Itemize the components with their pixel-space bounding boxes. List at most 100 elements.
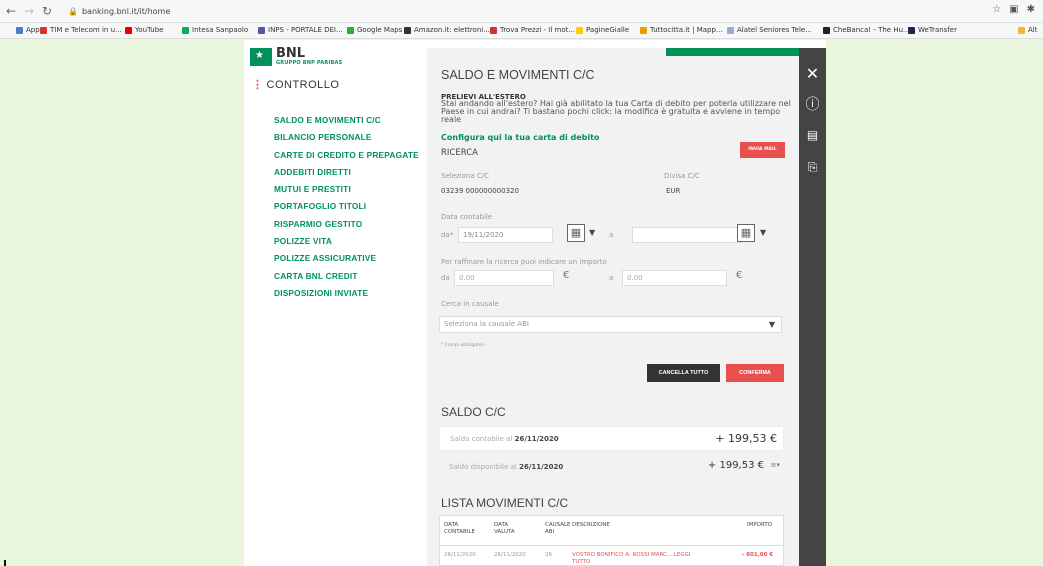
euro-symbol: € bbox=[736, 270, 743, 281]
col-data-contabile[interactable]: DATA CONTABILE bbox=[444, 522, 484, 535]
green-header-strip bbox=[666, 48, 800, 56]
panel-title: SALDO E MOVIMENTI C/C bbox=[441, 68, 595, 82]
date-label: Data contabile bbox=[441, 213, 493, 221]
folder-icon bbox=[1018, 26, 1025, 34]
bookmark[interactable]: WeTransfer bbox=[908, 26, 957, 34]
date-to-input[interactable] bbox=[632, 227, 742, 243]
expand-icon[interactable]: ≡▾ bbox=[771, 461, 780, 469]
bookmark[interactable]: App bbox=[16, 26, 40, 34]
info-text: Stai andando all'estero? Hai già abilita… bbox=[441, 99, 791, 124]
date-to-label: a bbox=[609, 231, 614, 239]
menu-item-saldo[interactable]: SALDO E MOVIMENTI C/C bbox=[274, 112, 419, 129]
alatel-icon bbox=[727, 26, 734, 34]
menu-item-carta-bnl[interactable]: CARTA BNL CREDIT bbox=[274, 268, 419, 285]
saldo-disponibile-row: Saldo disponibile al 26/11/2020 + 199,53… bbox=[449, 460, 780, 471]
bnl-star-icon bbox=[250, 48, 272, 66]
row-descrizione[interactable]: VOSTRO BONIFICO A: ROSSI MARC... LEGGI T… bbox=[572, 552, 692, 565]
row-data-valuta: 26/11/2020 bbox=[494, 552, 526, 558]
bookmark[interactable]: Trova Prezzi - Il mot... bbox=[490, 26, 575, 34]
intesa-icon bbox=[182, 26, 189, 34]
bookmark[interactable]: PagineGialle bbox=[576, 26, 629, 34]
bookmark[interactable]: Intesa Sanpaolo bbox=[182, 26, 248, 34]
bookmark[interactable]: Alatel Seniores Tele... bbox=[727, 26, 812, 34]
menu-item-disposizioni[interactable]: DISPOSIZIONI INVIATE bbox=[274, 285, 419, 302]
date-from-label: da* bbox=[441, 231, 454, 239]
menu-item-polizze-assicurative[interactable]: POLIZZE ASSICURATIVE bbox=[274, 250, 419, 267]
bnl-logo[interactable]: BNL GRUPPO BNP PARIBAS bbox=[250, 46, 342, 66]
menu-item-addebiti[interactable]: ADDEBITI DIRETTI bbox=[274, 164, 419, 181]
row-causale: 26 bbox=[545, 552, 552, 558]
chevron-down-icon: ▼ bbox=[768, 320, 775, 329]
amount-from-input[interactable]: 0.00 bbox=[454, 270, 554, 286]
reload-icon[interactable]: ↻ bbox=[42, 4, 52, 18]
currency-label: Divisa C/C bbox=[664, 172, 700, 180]
browser-actions: ☆ ▣ ✱ bbox=[984, 4, 1035, 15]
row-importo: - 601,00 € bbox=[742, 552, 774, 558]
row-data-contabile: 26/11/2020 bbox=[444, 552, 476, 558]
col-descrizione[interactable]: DESCRIZIONE bbox=[572, 522, 610, 529]
col-importo[interactable]: IMPORTO bbox=[747, 522, 772, 529]
youtube-icon bbox=[125, 26, 132, 34]
chebanca-icon bbox=[823, 26, 830, 34]
saldo-disponibile-amount: + 199,53 € bbox=[707, 460, 764, 471]
currency-value: EUR bbox=[666, 187, 681, 195]
col-causale[interactable]: CAUSALE ABI bbox=[545, 522, 571, 535]
amount-to-input[interactable]: 0.00 bbox=[622, 270, 727, 286]
apps-icon bbox=[16, 26, 23, 34]
trovaprezzi-icon bbox=[490, 26, 497, 34]
browser-toolbar: ← → ↻ 🔒 banking.bnl.it/it/home ☆ ▣ ✱ bbox=[0, 0, 1043, 23]
tools-sidebar: ✕ ⓘ ▤ ⎘ bbox=[799, 48, 826, 566]
menu-item-polizze-vita[interactable]: POLIZZE VITA bbox=[274, 233, 419, 250]
calendar-to-icon[interactable]: ▦ bbox=[737, 224, 755, 242]
saldo-title: SALDO C/C bbox=[441, 405, 506, 419]
bookmark[interactable]: YouTube bbox=[125, 26, 163, 34]
ricerca-heading: RICERCA bbox=[441, 148, 478, 158]
tim-icon bbox=[40, 26, 47, 34]
side-menu: SALDO E MOVIMENTI C/C BILANCIO PERSONALE… bbox=[274, 112, 419, 302]
paginegialle-icon bbox=[576, 26, 583, 34]
logo-name: BNL bbox=[276, 46, 306, 61]
calendar-from-icon[interactable]: ▦ bbox=[567, 224, 585, 242]
send-mail-button[interactable]: INVIA MAIL bbox=[740, 142, 785, 158]
menu-item-bilancio[interactable]: BILANCIO PERSONALE bbox=[274, 129, 419, 146]
inps-icon bbox=[258, 26, 265, 34]
account-value[interactable]: 03239 000000000320 bbox=[441, 187, 519, 195]
causale-label: Cerca in causale bbox=[441, 300, 499, 308]
forward-icon[interactable]: → bbox=[24, 4, 34, 18]
date-from-input[interactable]: 19/11/2020 bbox=[458, 227, 553, 243]
confirm-button[interactable]: CONFERMA bbox=[726, 364, 784, 382]
saldo-contabile-amount: + 199,53 € bbox=[715, 432, 777, 445]
bookmark[interactable]: CheBanca! - The Hu... bbox=[823, 26, 910, 34]
bookmark[interactable]: TIM e Telecom in u... bbox=[40, 26, 122, 34]
bookmark[interactable]: INPS - PORTALE DEI... bbox=[258, 26, 343, 34]
bookmark[interactable]: Tuttocitta.it | Mapp... bbox=[640, 26, 723, 34]
amazon-icon bbox=[404, 26, 411, 34]
configure-card-link[interactable]: Configura qui la tua carta di debito bbox=[441, 133, 599, 142]
lista-title: LISTA MOVIMENTI C/C bbox=[441, 496, 569, 510]
bookmark[interactable]: Amazon.it: elettroni... bbox=[404, 26, 490, 34]
back-icon[interactable]: ← bbox=[6, 4, 16, 18]
chevron-down-icon[interactable]: ▼ bbox=[589, 228, 595, 237]
amount-from-label: da bbox=[441, 274, 450, 282]
bookmark[interactable]: Google Maps bbox=[347, 26, 402, 34]
help-icon[interactable]: ⓘ bbox=[799, 94, 826, 114]
url-bar[interactable]: 🔒 banking.bnl.it/it/home bbox=[68, 4, 948, 19]
print-icon[interactable]: ▤ bbox=[799, 128, 826, 142]
close-icon[interactable]: ✕ bbox=[799, 64, 826, 83]
clear-all-button[interactable]: CANCELLA TUTTO bbox=[647, 364, 720, 382]
menu-item-mutui[interactable]: MUTUI E PRESTITI bbox=[274, 181, 419, 198]
bookmark[interactable]: Alt bbox=[1018, 26, 1037, 34]
chevron-down-icon[interactable]: ▼ bbox=[760, 228, 766, 237]
menu-item-portafoglio[interactable]: PORTAFOGLIO TITOLI bbox=[274, 198, 419, 215]
export-icon[interactable]: ⎘ bbox=[799, 160, 826, 175]
menu-item-risparmio[interactable]: RISPARMIO GESTITO bbox=[274, 216, 419, 233]
amount-to-label: a bbox=[609, 274, 614, 282]
star-icon[interactable]: ☆ bbox=[992, 4, 1001, 15]
col-data-valuta[interactable]: DATA VALUTA bbox=[494, 522, 524, 535]
puzzle-icon[interactable]: ✱ bbox=[1027, 4, 1035, 15]
extension-icon[interactable]: ▣ bbox=[1009, 4, 1018, 15]
menu-item-carte[interactable]: CARTE DI CREDITO E PREPAGATE bbox=[274, 147, 419, 164]
required-note: * Campi obbligatori bbox=[441, 343, 485, 348]
section-heading: ⋮ CONTROLLO bbox=[252, 79, 340, 91]
causale-select[interactable]: Seleziona la causale ABI ▼ bbox=[439, 316, 782, 333]
